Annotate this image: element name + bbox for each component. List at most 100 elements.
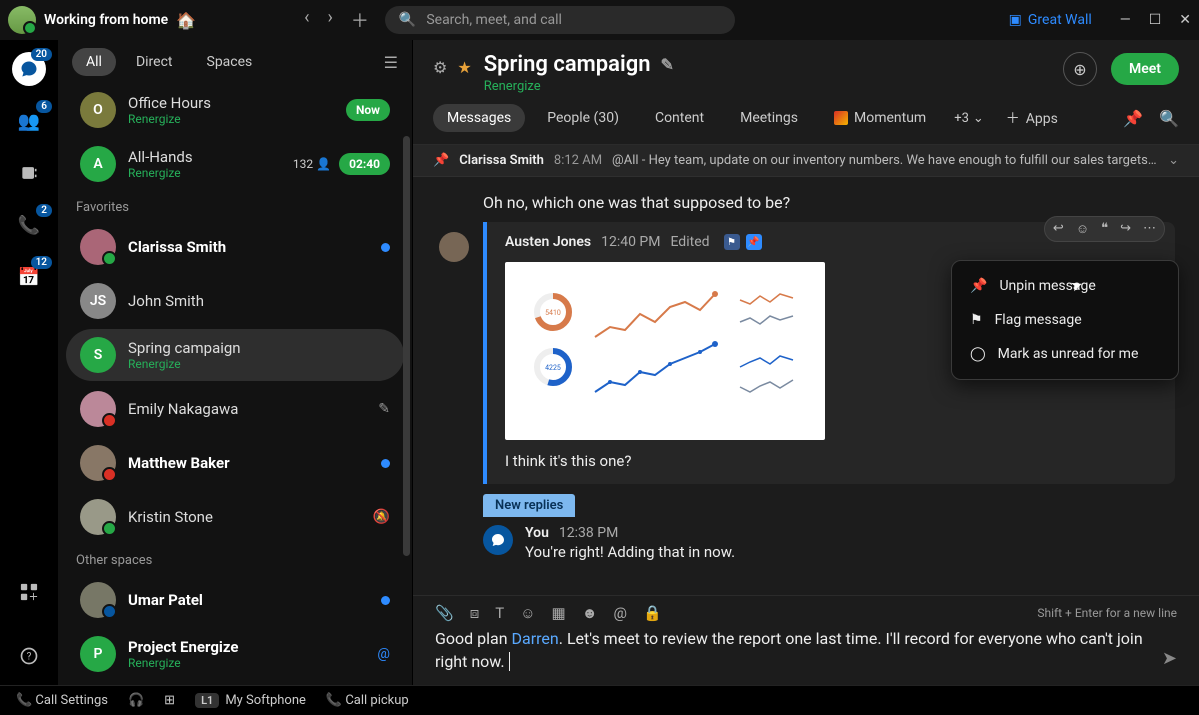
main-panel: ⚙ ★ Spring campaign ✎ Renergize ⊕ Meet M… <box>413 40 1199 685</box>
tab-meetings[interactable]: Meetings <box>726 104 812 132</box>
new-replies-badge[interactable]: New replies <box>483 494 575 517</box>
author-avatar[interactable] <box>439 232 469 262</box>
emoji-icon[interactable]: ☺ <box>520 604 535 622</box>
unread-dot-icon <box>381 459 390 468</box>
tabs-overflow[interactable]: +3 ⌄ <box>954 111 984 126</box>
tab-spaces[interactable]: Spaces <box>193 48 267 76</box>
nav-new-icon[interactable]: ＋ <box>351 7 369 33</box>
list-item[interactable]: Kristin Stone 🔕 <box>66 491 404 543</box>
attach-icon[interactable]: 📎 <box>435 604 454 622</box>
section-favorites: Favorites <box>58 192 412 219</box>
presence-status[interactable]: Working from home <box>44 12 168 28</box>
rail-calls-icon[interactable]: 📞 2 <box>12 208 46 242</box>
list-item[interactable]: JS John Smith <box>66 275 404 327</box>
screenshot-icon[interactable]: ⧈ <box>470 604 480 622</box>
rail-help-icon[interactable]: ? <box>12 639 46 673</box>
device-indicator[interactable]: ▣ Great Wall <box>1009 12 1092 28</box>
pin-icon: 📌 <box>970 278 987 294</box>
meet-button[interactable]: Meet <box>1111 53 1179 85</box>
mention-icon[interactable]: @ <box>614 604 627 622</box>
now-pill: Now <box>346 99 390 121</box>
tab-apps[interactable]: ＋Apps <box>992 102 1072 134</box>
sidebar: All Direct Spaces ☰ O Office HoursRenerg… <box>58 40 413 685</box>
rail-calendar-icon[interactable]: 📅 12 <box>12 260 46 294</box>
list-item[interactable]: Emily Nakagawa ✎ <box>66 383 404 435</box>
window-maximize-icon[interactable]: ☐ <box>1149 12 1162 28</box>
nav-forward-icon[interactable]: › <box>327 7 332 33</box>
list-item[interactable]: Clarissa Smith <box>66 221 404 273</box>
list-item[interactable]: Matthew Baker <box>66 437 404 489</box>
tab-all[interactable]: All <box>72 48 116 76</box>
menu-flag[interactable]: ⚑Flag message <box>952 303 1178 337</box>
list-item[interactable]: S Spring campaignRenergize <box>66 329 404 381</box>
list-item[interactable]: Umar Patel <box>66 574 404 626</box>
tab-content[interactable]: Content <box>641 104 718 132</box>
softphone-button[interactable]: L1My Softphone <box>195 693 306 708</box>
scrollbar[interactable] <box>403 136 410 556</box>
space-title: Spring campaign <box>484 52 651 77</box>
author-avatar[interactable] <box>483 525 513 555</box>
forward-icon[interactable]: ↪ <box>1120 221 1131 237</box>
quote-icon[interactable]: ❝ <box>1101 221 1108 237</box>
tab-people[interactable]: People (30) <box>533 104 633 132</box>
space-avatar: A <box>80 146 116 182</box>
space-avatar: O <box>80 92 116 128</box>
nav-back-icon[interactable]: ‹ <box>304 7 309 33</box>
lock-icon[interactable]: 🔒 <box>643 604 662 622</box>
pinned-time: 8:12 AM <box>554 153 602 168</box>
message: ↩ ☺ ❝ ↪ ⋯ 📌Unpin message ⚑Flag message ◯… <box>483 222 1175 484</box>
rail-badge: 12 <box>31 256 52 269</box>
list-item[interactable]: A All-HandsRenergize 132 👤02:40 <box>66 138 404 190</box>
rail-apps-icon[interactable] <box>12 575 46 609</box>
message-body: Oh no, which one was that supposed to be… <box>483 193 1175 212</box>
message-actions: ↩ ☺ ❝ ↪ ⋯ <box>1044 216 1165 242</box>
menu-mark-unread[interactable]: ◯Mark as unread for me <box>952 337 1178 371</box>
list-item[interactable]: P Project EnergizeRenergize @ <box>66 628 404 680</box>
section-other: Other spaces <box>58 545 412 572</box>
chevron-down-icon[interactable]: ⌄ <box>1168 153 1179 168</box>
call-settings-button[interactable]: 📞 Call Settings <box>16 693 108 708</box>
window-minimize-icon[interactable]: — <box>1120 12 1131 28</box>
filter-icon[interactable]: ☰ <box>384 53 398 72</box>
svg-text:5410: 5410 <box>545 309 561 317</box>
pin-list-icon[interactable]: 📌 <box>1123 109 1143 128</box>
svg-text:4225: 4225 <box>545 364 561 372</box>
pin-icon: 📌 <box>433 153 449 168</box>
search-input[interactable]: 🔍 Search, meet, and call <box>385 6 735 34</box>
rail-contacts-icon[interactable] <box>12 156 46 190</box>
format-icon[interactable]: T <box>495 604 504 622</box>
react-icon[interactable]: ☺ <box>1076 221 1089 237</box>
embedded-app-button[interactable]: ⊕ <box>1063 52 1097 86</box>
titlebar: Working from home 🏠 ‹ › ＋ 🔍 Search, meet… <box>0 0 1199 40</box>
tab-direct[interactable]: Direct <box>122 48 187 76</box>
tab-momentum[interactable]: Momentum <box>820 104 940 132</box>
favorite-star-icon[interactable]: ★ <box>457 58 471 77</box>
dialpad-icon[interactable]: ⊞ <box>164 693 175 708</box>
pinned-message-bar[interactable]: 📌 Clarissa Smith 8:12 AM @All - Hey team… <box>413 145 1199 177</box>
rail-messaging-icon[interactable]: 20 <box>12 52 46 86</box>
self-avatar[interactable] <box>8 6 36 34</box>
more-icon[interactable]: ⋯ <box>1143 221 1156 237</box>
timer-pill: 02:40 <box>339 153 390 175</box>
nav-rail: 20 👥 6 📞 2 📅 12 ? <box>0 40 58 685</box>
menu-unpin[interactable]: 📌Unpin message <box>952 269 1178 303</box>
rail-teams-icon[interactable]: 👥 6 <box>12 104 46 138</box>
edit-icon[interactable]: ✎ <box>661 55 674 74</box>
person-avatar <box>80 391 116 427</box>
gif-icon[interactable]: ▦ <box>552 604 566 622</box>
message-body: I think it's this one? <box>505 452 1157 470</box>
mention-chip[interactable]: Darren <box>512 629 559 648</box>
search-in-space-icon[interactable]: 🔍 <box>1159 109 1179 128</box>
message-attachment-image[interactable]: 5410 4225 <box>505 262 825 440</box>
call-pickup-button[interactable]: 📞 Call pickup <box>326 693 409 708</box>
tab-messages[interactable]: Messages <box>433 104 525 132</box>
list-item[interactable]: O Office HoursRenergize Now <box>66 84 404 136</box>
audio-icon[interactable]: 🎧 <box>128 693 144 708</box>
composer: 📎 ⧈ T ☺ ▦ ☻ @ 🔒 Shift + Enter for a new … <box>413 595 1199 685</box>
composer-input[interactable]: Good plan Darren. Let's meet to review t… <box>435 628 1148 673</box>
reply-icon[interactable]: ↩ <box>1053 221 1064 237</box>
bitmoji-icon[interactable]: ☻ <box>582 604 598 622</box>
space-settings-icon[interactable]: ⚙ <box>433 58 447 77</box>
window-close-icon[interactable]: ✕ <box>1179 12 1191 28</box>
send-icon[interactable]: ➤ <box>1162 648 1177 673</box>
